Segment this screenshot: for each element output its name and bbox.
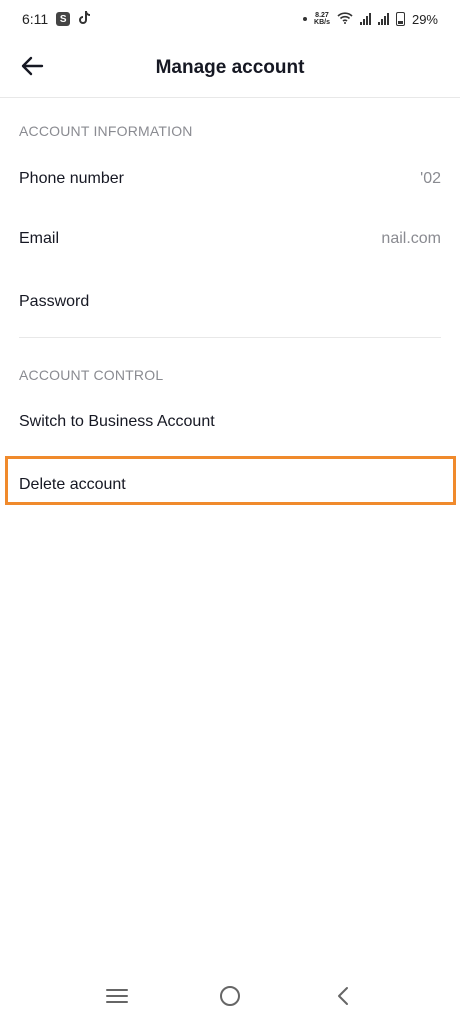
network-speed-value: 8.27 xyxy=(315,12,329,19)
section-divider xyxy=(19,337,441,338)
header: Manage account xyxy=(0,38,460,98)
password-label: Password xyxy=(19,293,90,310)
highlight-box xyxy=(5,456,456,505)
network-speed: 8.27 KB/s xyxy=(314,12,330,26)
back-chevron-icon xyxy=(336,986,350,1011)
status-time: 6:11 xyxy=(22,11,49,27)
switch-to-business-label: Switch to Business Account xyxy=(19,413,215,430)
notification-dot-icon xyxy=(303,17,308,21)
status-bar: 6:11 S 8.27 KB/s 29% xyxy=(0,0,460,38)
network-speed-unit: KB/s xyxy=(314,19,330,26)
wifi-icon xyxy=(337,11,353,27)
phone-number-label: Phone number xyxy=(19,170,124,187)
home-button[interactable] xyxy=(210,978,250,1018)
status-left: 6:11 S xyxy=(22,10,91,28)
arrow-left-icon xyxy=(20,56,44,81)
home-circle-icon xyxy=(219,985,241,1012)
section-label-account-control: ACCOUNT CONTROL xyxy=(19,367,164,383)
signal-icon-2 xyxy=(377,13,389,25)
back-button[interactable] xyxy=(16,52,48,84)
section-label-account-information: ACCOUNT INFORMATION xyxy=(19,123,193,139)
signal-icon-1 xyxy=(359,13,371,25)
system-nav-bar xyxy=(0,972,460,1024)
battery-icon xyxy=(395,12,405,26)
status-right: 8.27 KB/s 29% xyxy=(303,12,438,27)
menu-icon xyxy=(105,988,128,1009)
page-title: Manage account xyxy=(155,56,305,78)
phone-number-value: '02 xyxy=(420,170,441,187)
system-back-button[interactable] xyxy=(323,978,363,1018)
tiktok-icon xyxy=(78,10,91,28)
recent-apps-button[interactable] xyxy=(97,978,137,1018)
switch-to-business-row[interactable]: Switch to Business Account xyxy=(0,392,460,452)
email-label: Email xyxy=(19,230,60,247)
email-value: nail.com xyxy=(381,230,441,247)
email-row[interactable]: Email nail.com xyxy=(0,209,460,269)
battery-percent: 29% xyxy=(411,11,438,27)
password-row[interactable]: Password xyxy=(0,272,460,332)
skype-icon: S xyxy=(56,12,71,26)
phone-number-row[interactable]: Phone number '02 xyxy=(0,149,460,209)
